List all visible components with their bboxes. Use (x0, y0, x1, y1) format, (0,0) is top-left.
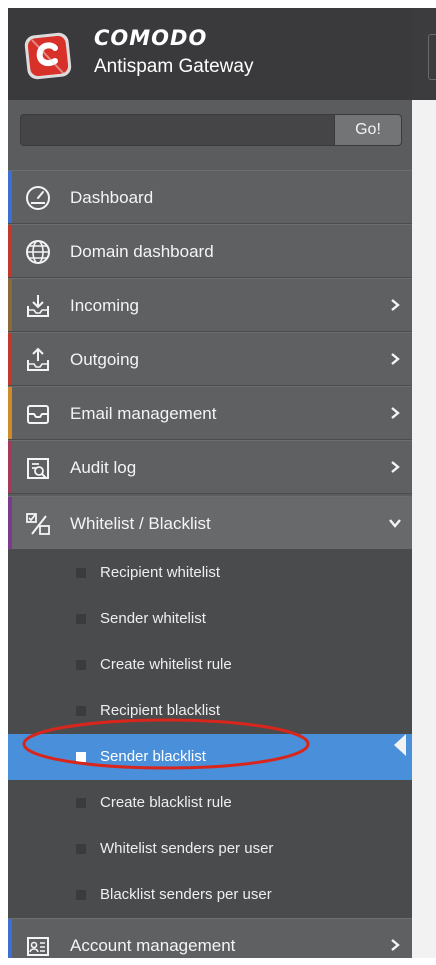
menu-label: Dashboard (70, 188, 154, 207)
menu-accent (8, 919, 12, 958)
menu-accent (8, 225, 12, 277)
chevron-down-icon (389, 519, 401, 528)
menu-label: Email management (70, 404, 217, 423)
account-card-icon (27, 937, 49, 956)
submenu-bullet (76, 568, 86, 578)
submenu-label: Create blacklist rule (100, 794, 232, 811)
submenu-label: Sender whitelist (100, 610, 206, 627)
main-content-edge (412, 8, 436, 958)
comodo-logo-icon[interactable] (22, 28, 74, 82)
menu-label: Incoming (70, 296, 139, 315)
brand-name: COMODO (94, 26, 208, 50)
menu-item-domain-dashboard[interactable]: Domain dashboard (8, 224, 412, 278)
chevron-right-icon (391, 353, 400, 365)
menu-accent (8, 497, 12, 549)
menu-item-account-management[interactable]: Account management (8, 918, 412, 958)
sidebar-header: COMODO Antispam Gateway (8, 8, 412, 100)
chevron-right-icon (391, 299, 400, 311)
submenu-bullet (76, 844, 86, 854)
topbar-edge (412, 8, 436, 100)
submenu-label: Blacklist senders per user (100, 886, 272, 903)
inbox-download-icon (27, 295, 49, 317)
submenu-item-create-blacklist-rule[interactable]: Create blacklist rule (8, 780, 412, 826)
submenu-item-blacklist-senders-per-user[interactable]: Blacklist senders per user (8, 872, 412, 918)
submenu-item-recipient-whitelist[interactable]: Recipient whitelist (8, 550, 412, 596)
submenu-bullet (76, 614, 86, 624)
menu-accent (8, 333, 12, 385)
menu-label: Audit log (70, 458, 137, 477)
menu-label: Whitelist / Blacklist (70, 514, 211, 533)
menu-accent (8, 171, 12, 223)
menu-item-whitelist-blacklist[interactable]: Whitelist / Blacklist (8, 496, 412, 550)
search-area: Go! (8, 100, 412, 170)
whitelist-blacklist-icon (26, 513, 50, 535)
menu-item-dashboard[interactable]: Dashboard (8, 170, 412, 224)
chevron-right-icon (391, 939, 400, 951)
submenu-label: Recipient whitelist (100, 564, 221, 581)
menu-accent (8, 279, 12, 331)
submenu-bullet (76, 660, 86, 670)
submenu-item-create-whitelist-rule[interactable]: Create whitelist rule (8, 642, 412, 688)
outbox-upload-icon (27, 347, 49, 371)
menu-item-incoming[interactable]: Incoming (8, 278, 412, 332)
submenu-bullet (76, 890, 86, 900)
menu-accent (8, 441, 12, 493)
submenu-bullet (76, 706, 86, 716)
menu-label: Domain dashboard (70, 242, 214, 261)
brand-subtitle: Antispam Gateway (94, 56, 254, 77)
submenu-bullet (76, 798, 86, 808)
menu-item-audit-log[interactable]: Audit log (8, 440, 412, 494)
audit-log-icon (27, 458, 49, 479)
chevron-right-icon (391, 407, 400, 419)
dashboard-icon (26, 186, 50, 210)
menu-item-outgoing[interactable]: Outgoing (8, 332, 412, 386)
globe-icon (26, 240, 50, 264)
search-input[interactable] (20, 114, 334, 146)
menu-label: Outgoing (70, 350, 139, 369)
go-button[interactable]: Go! (334, 114, 402, 146)
menu-label: Account management (70, 936, 236, 955)
submenu-item-whitelist-senders-per-user[interactable]: Whitelist senders per user (8, 826, 412, 872)
submenu-item-sender-whitelist[interactable]: Sender whitelist (8, 596, 412, 642)
submenu-label: Whitelist senders per user (100, 840, 274, 857)
menu-item-email-management[interactable]: Email management (8, 386, 412, 440)
menu-accent (8, 387, 12, 439)
submenu-label: Create whitelist rule (100, 656, 232, 673)
chevron-right-icon (391, 461, 400, 473)
sidebar: COMODO Antispam Gateway Go! Dashboard Do… (8, 8, 412, 958)
highlight-ring-annotation (22, 718, 310, 770)
email-tray-icon (27, 405, 49, 424)
